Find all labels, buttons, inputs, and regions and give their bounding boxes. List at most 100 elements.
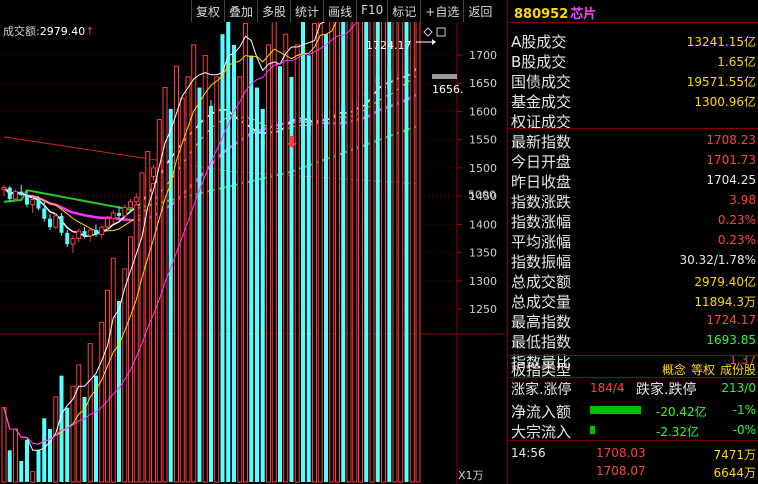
- candle-up: [13, 191, 18, 200]
- volume-bar-up: [145, 151, 151, 483]
- up-count-label: 涨家.涨停: [511, 382, 572, 398]
- quote-row-value: 1724.17: [706, 313, 756, 327]
- candle-up: [105, 218, 110, 228]
- tick-row: 1708.097210万: [508, 480, 758, 484]
- quote-row-label: 最新指数: [511, 133, 572, 151]
- statistics-button[interactable]: 统计: [290, 0, 323, 22]
- volume-bar-down: [301, 22, 305, 482]
- low-value-label: 1656.: [432, 83, 464, 96]
- quote-row-value: 3.98: [729, 193, 756, 207]
- quote-row: 今日开盘 1701.73: [508, 150, 758, 171]
- volume-bar-up: [214, 76, 220, 483]
- turnover-label-text: 成交额:: [3, 25, 40, 38]
- candle-up: [128, 201, 133, 208]
- f10-button[interactable]: F10: [356, 0, 387, 22]
- draw-line-button[interactable]: 画线: [323, 0, 356, 22]
- candle-up: [133, 196, 139, 203]
- tick-volume: 6644万: [713, 466, 756, 480]
- volume-bar-down: [249, 55, 254, 482]
- price-cursor-marker: [432, 74, 457, 79]
- price-tick-label: 1500: [469, 162, 497, 175]
- volume-bar-up: [312, 23, 317, 483]
- price-tick-label: 1250: [469, 303, 497, 316]
- overlay-button[interactable]: 叠加: [224, 0, 257, 22]
- price-tick-label: 1600: [469, 105, 497, 118]
- index-name: 芯片: [570, 7, 597, 22]
- row-divider: [508, 22, 758, 23]
- volume-bar-down: [375, 22, 380, 483]
- volume-bar-up: [329, 22, 335, 483]
- volume-bar-down: [42, 418, 47, 482]
- volume-bar-up: [283, 33, 289, 483]
- row-divider: [508, 128, 758, 129]
- volume-bar-down: [404, 22, 409, 482]
- high-arrow-icon: [432, 39, 436, 45]
- candle-down: [65, 232, 70, 245]
- quote-info-panel: 880952 芯片 A股成交 13241.15亿 B股成交 1.65亿 国债成交 19571…: [507, 0, 758, 484]
- candle-down: [25, 194, 29, 205]
- down-count-label: 跌家.跌停: [636, 382, 697, 398]
- board-tag[interactable]: 成份股: [720, 363, 756, 377]
- volume-bar-up: [99, 321, 105, 483]
- flow-label: 大宗流入: [511, 423, 572, 441]
- volume-bar-up: [415, 22, 421, 483]
- volume-bar-down: [117, 300, 121, 482]
- volume-bar-up: [179, 97, 185, 483]
- kline-chart[interactable]: 1250130013501400145015001550160016501700…: [0, 22, 505, 484]
- candle-down: [36, 199, 41, 209]
- tick-time: 14:56: [511, 446, 546, 460]
- quote-row-label: 指数振幅: [511, 253, 572, 271]
- volume-bar-down: [7, 450, 12, 482]
- quote-row-label: 指数涨跌: [511, 193, 572, 211]
- volume-bar-up: [409, 22, 415, 483]
- volume-bar-up: [151, 183, 156, 483]
- flow-label: 净流入额: [511, 403, 572, 421]
- candle-up: [122, 206, 128, 217]
- board-type-tags: 概念 等权 成份股: [657, 361, 756, 378]
- board-tag[interactable]: 等权: [691, 363, 715, 377]
- quote-row-label: 基金成交: [511, 93, 572, 111]
- mark-button[interactable]: 标记: [387, 0, 420, 22]
- down-count-value: 213/0: [721, 381, 756, 395]
- quote-row: 平均涨幅 0.23%: [508, 230, 758, 251]
- quote-row-label: A股成交: [511, 33, 567, 51]
- volume-bar-up: [30, 471, 36, 483]
- tick-price: 1708.07: [596, 464, 646, 478]
- board-type-label: 板指类型: [511, 361, 572, 379]
- price-tick-label: 1300: [469, 275, 497, 288]
- board-type-row: 板指类型 概念 等权 成份股: [508, 358, 758, 379]
- volume-bar-up: [13, 428, 18, 483]
- volume-bar-up: [139, 172, 145, 483]
- flow-value: -20.42亿: [656, 405, 707, 419]
- volume-bar-down: [260, 108, 265, 482]
- row-divider: [508, 355, 758, 356]
- restore-rights-button[interactable]: 复权: [191, 0, 224, 22]
- candle-up: [87, 229, 93, 237]
- back-button[interactable]: 返回: [463, 0, 496, 22]
- candle-down: [7, 187, 12, 199]
- quote-row-label: 总成交量: [511, 293, 572, 311]
- candle-down: [82, 231, 87, 236]
- quote-row-label: 最高指数: [511, 313, 572, 331]
- volume-bar-down: [36, 450, 41, 482]
- volume-bar-down: [341, 22, 346, 483]
- quote-row-label: 今日开盘: [511, 153, 572, 171]
- up-arrow-icon: ↑: [85, 25, 95, 38]
- kline-chart-panel[interactable]: 1250 1300 1350 1400 1450 1500 1550 1600 1650 1700…: [0, 22, 505, 484]
- add-watchlist-button[interactable]: +自选: [420, 0, 463, 22]
- quote-row: 总成交额 2979.40亿: [508, 270, 758, 291]
- flow-row: 大宗流入 -2.32亿 -0%: [508, 420, 758, 441]
- volume-bar-up: [87, 343, 93, 483]
- quote-row-label: 国债成交: [511, 73, 572, 91]
- volume-bar-up: [369, 22, 375, 483]
- volume-bar-down: [278, 66, 282, 483]
- updown-row: 涨家.涨停 184/4 跌家.跌停 213/0: [508, 378, 758, 398]
- candle-up: [30, 199, 36, 206]
- volume-bar-up: [346, 22, 352, 483]
- board-tag[interactable]: 概念: [662, 363, 686, 377]
- quote-row: B股成交 1.65亿: [508, 50, 758, 71]
- multi-stock-button[interactable]: 多股: [257, 0, 290, 22]
- candle-down: [48, 218, 52, 228]
- quote-row: 指数涨幅 0.23%: [508, 210, 758, 231]
- quote-row: 总成交量 11894.3万: [508, 290, 758, 311]
